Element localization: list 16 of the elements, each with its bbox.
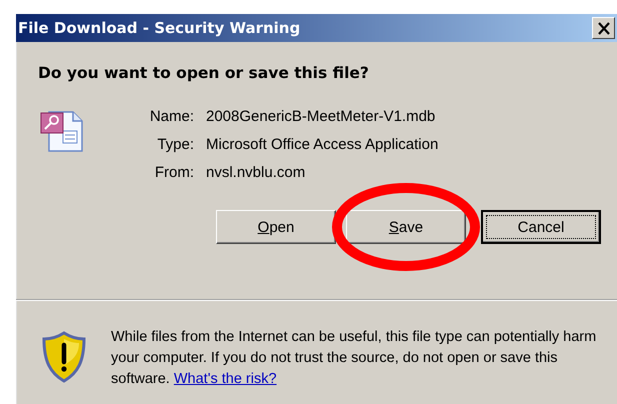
dialog-button[interactable]: Cancel	[481, 210, 601, 244]
warning-shield-icon	[42, 331, 86, 383]
close-button[interactable]	[592, 17, 615, 39]
dialog-button[interactable]: Open	[216, 210, 336, 244]
field-value: Microsoft Office Access Application	[206, 136, 438, 152]
dialog-heading: Do you want to open or save this file?	[38, 64, 370, 82]
warning-text: While files from the Internet can be useful, this file type can potentially harm your computer. If you do not trust the source, do not open or save this software. What's the risk?	[111, 328, 598, 389]
field-label: Type:	[156, 136, 194, 152]
dialog-button[interactable]: Save	[346, 210, 466, 244]
field-value: nvsl.nvblu.com	[206, 164, 306, 180]
close-icon	[596, 22, 610, 34]
window-title: File Download - Security Warning	[18, 19, 300, 37]
field-label: From:	[154, 164, 194, 180]
field-label: Name:	[148, 108, 194, 124]
field-value: 2008GenericB-MeetMeter-V1.mdb	[206, 108, 436, 124]
risk-link[interactable]: What's the risk?	[174, 371, 277, 387]
